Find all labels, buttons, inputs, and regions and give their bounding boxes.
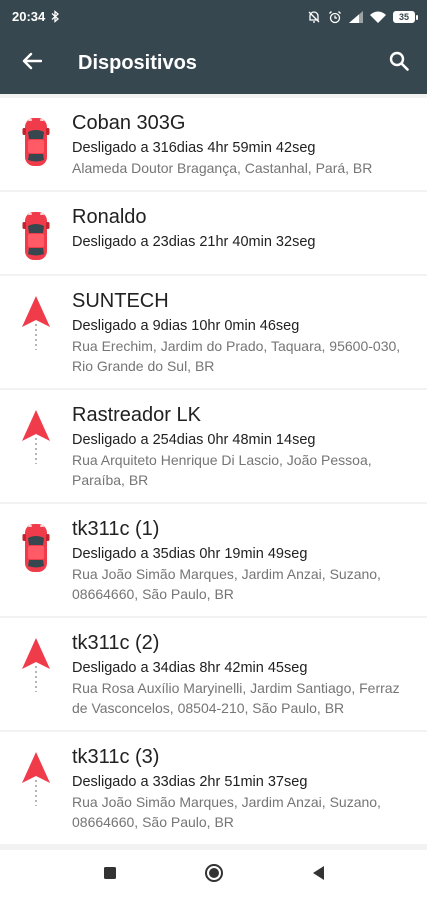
device-info: Rastreador LK Desligado a 254dias 0hr 48m… [72, 400, 427, 490]
mute-icon [307, 10, 321, 24]
device-name: tk311c (3) [72, 746, 160, 768]
device-status: Desligado a 33dias 2hr 51min 37seg [72, 774, 308, 790]
arrow-icon [0, 628, 72, 718]
device-list-item[interactable]: tk311c (1) Desligado a 35dias 0hr 19min 4… [0, 504, 427, 616]
arrow-icon [0, 400, 72, 490]
device-list-item[interactable]: tk311c (2) Desligado a 34dias 8hr 42min 4… [0, 618, 427, 730]
device-info: SUNTECH Desligado a 9dias 10hr 0min 46seg… [72, 286, 427, 376]
arrow-icon [0, 742, 72, 832]
device-status: Desligado a 35dias 0hr 19min 49seg [72, 546, 308, 562]
search-icon [389, 51, 409, 76]
recent-apps-button[interactable] [95, 860, 125, 890]
car-icon [0, 202, 72, 262]
status-left: 20:34 [12, 9, 60, 24]
home-button[interactable] [199, 860, 229, 890]
square-icon [103, 866, 117, 885]
circle-icon [204, 863, 224, 888]
device-status: Desligado a 254dias 0hr 48min 14seg [72, 432, 316, 448]
device-name: Ronaldo [72, 206, 147, 228]
device-address: Rua Arquiteto Henrique Di Lascio, João P… [72, 452, 372, 488]
search-button[interactable] [371, 33, 427, 94]
device-address: Rua Erechim, Jardim do Prado, Taquara, 9… [72, 338, 401, 374]
device-list-item[interactable]: SUNTECH Desligado a 9dias 10hr 0min 46seg… [0, 276, 427, 388]
device-address: Alameda Doutor Bragança, Castanhal, Pará… [72, 160, 373, 176]
bluetooth-icon [51, 10, 60, 23]
device-address: Rua João Simão Marques, Jardim Anzai, Su… [72, 794, 381, 830]
device-list-item[interactable]: tk311c (3) Desligado a 33dias 2hr 51min 3… [0, 732, 427, 844]
car-icon [0, 514, 72, 604]
device-status: Desligado a 316dias 4hr 59min 42seg [72, 140, 316, 156]
device-name: tk311c (2) [72, 632, 160, 654]
car-icon [0, 108, 72, 178]
device-status: Desligado a 9dias 10hr 0min 46seg [72, 318, 300, 334]
triangle-back-icon [311, 865, 325, 886]
device-status: Desligado a 34dias 8hr 42min 45seg [72, 660, 308, 676]
device-info: tk311c (2) Desligado a 34dias 8hr 42min 4… [72, 628, 427, 718]
device-list-item[interactable]: Ronaldo Desligado a 23dias 21hr 40min 32s… [0, 192, 427, 274]
arrow-back-icon [22, 52, 43, 75]
device-name: Coban 303G [72, 112, 186, 134]
app-bar: Dispositivos [0, 33, 427, 94]
alarm-icon [328, 10, 342, 24]
device-info: tk311c (1) Desligado a 35dias 0hr 19min 4… [72, 514, 427, 604]
status-bar: 20:34 35 [0, 0, 427, 33]
status-time: 20:34 [12, 9, 46, 24]
battery-indicator: 35 [393, 10, 418, 23]
back-nav-button[interactable] [303, 860, 333, 890]
device-name: Rastreador LK [72, 404, 201, 426]
arrow-icon [0, 286, 72, 376]
device-list: Coban 303G Desligado a 316dias 4hr 59min … [0, 94, 427, 850]
device-info: tk311c (3) Desligado a 33dias 2hr 51min 3… [72, 742, 427, 832]
device-address: Rua João Simão Marques, Jardim Anzai, Su… [72, 566, 381, 602]
device-info: Ronaldo Desligado a 23dias 21hr 40min 32s… [72, 202, 427, 262]
device-info: Coban 303G Desligado a 316dias 4hr 59min … [72, 108, 427, 178]
device-list-item[interactable]: Rastreador LK Desligado a 254dias 0hr 48m… [0, 390, 427, 502]
system-nav-bar [0, 850, 427, 900]
status-right: 35 [307, 10, 418, 24]
device-status: Desligado a 23dias 21hr 40min 32seg [72, 234, 316, 250]
wifi-icon [370, 11, 386, 23]
signal-icon [349, 10, 363, 23]
device-list-item[interactable]: Coban 303G Desligado a 316dias 4hr 59min … [0, 94, 427, 190]
device-address: Rua Rosa Auxílio Maryinelli, Jardim Sant… [72, 680, 400, 716]
device-name: tk311c (1) [72, 518, 160, 540]
page-title: Dispositivos [78, 52, 197, 74]
device-name: SUNTECH [72, 290, 169, 312]
back-button[interactable] [0, 33, 64, 94]
